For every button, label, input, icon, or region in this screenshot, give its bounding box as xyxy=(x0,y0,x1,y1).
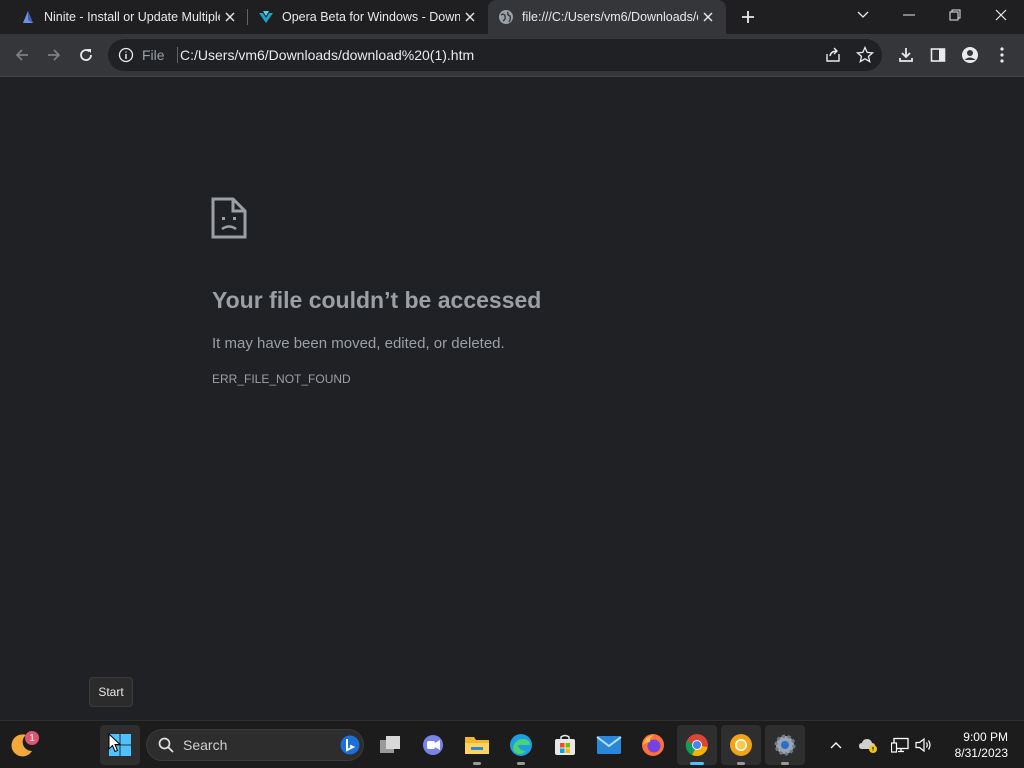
chevron-up-icon xyxy=(830,742,842,749)
search-label: Search xyxy=(183,737,228,753)
profile-icon xyxy=(962,47,978,63)
arrow-right-icon xyxy=(48,49,61,61)
back-button[interactable] xyxy=(9,42,35,68)
chrome-button[interactable] xyxy=(677,725,717,765)
running-indicator xyxy=(473,762,481,765)
sad-file-icon xyxy=(211,197,247,239)
folder-icon xyxy=(465,737,489,754)
mouse-cursor-icon xyxy=(108,733,122,753)
microsoft-store-button[interactable] xyxy=(545,725,585,765)
profile-button[interactable] xyxy=(957,42,983,68)
tab-opera-beta[interactable]: Opera Beta for Windows - Download xyxy=(248,0,488,34)
active-indicator xyxy=(690,762,704,765)
task-view-icon xyxy=(380,736,400,753)
star-icon[interactable] xyxy=(856,46,874,64)
minimize-icon xyxy=(903,14,915,16)
tab-strip: Ninite - Install or Update Multiple Apps… xyxy=(0,0,1024,34)
restore-button[interactable] xyxy=(932,0,978,30)
minimize-button[interactable] xyxy=(886,0,932,30)
tab-title: Ninite - Install or Update Multiple Apps xyxy=(44,10,220,24)
forward-button[interactable] xyxy=(41,42,67,68)
task-view-button[interactable] xyxy=(370,725,410,765)
error-page: Your file couldn’t be accessed It may ha… xyxy=(0,77,1024,719)
chrome-beta-button[interactable] xyxy=(721,725,761,765)
plus-icon xyxy=(742,11,754,23)
speaker-icon xyxy=(915,737,931,753)
teams-chat-button[interactable] xyxy=(413,725,453,765)
notification-badge: 1 xyxy=(25,731,39,745)
close-icon[interactable] xyxy=(460,7,480,27)
search-icon xyxy=(158,737,174,753)
reload-icon xyxy=(80,49,92,61)
taskbar-search[interactable]: Search xyxy=(146,729,364,761)
clock-time: 9:00 PM xyxy=(963,730,1008,744)
network-tray-button[interactable] xyxy=(890,735,910,755)
url-text[interactable]: C:/Users/vm6/Downloads/download%20(1).ht… xyxy=(180,47,474,63)
chevron-down-icon xyxy=(857,11,869,18)
restore-icon xyxy=(949,9,961,21)
clock-date: 8/31/2023 xyxy=(954,746,1008,760)
close-icon xyxy=(995,9,1007,21)
tab-search-button[interactable] xyxy=(840,0,886,30)
error-code: ERR_FILE_NOT_FOUND xyxy=(212,372,351,386)
scheme-label: File xyxy=(142,47,165,63)
bing-icon[interactable] xyxy=(340,735,360,755)
network-icon xyxy=(891,737,909,753)
running-indicator xyxy=(517,762,525,765)
close-icon[interactable] xyxy=(698,7,718,27)
omnibox-separator xyxy=(177,47,178,63)
download-icon xyxy=(899,48,913,62)
mail-icon xyxy=(596,736,622,754)
close-window-button[interactable] xyxy=(978,0,1024,30)
tab-title: file:///C:/Users/vm6/Downloads/download%… xyxy=(522,10,698,24)
address-bar[interactable]: File C:/Users/vm6/Downloads/download%20(… xyxy=(108,39,882,71)
settings-button[interactable] xyxy=(765,725,805,765)
edge-icon xyxy=(510,734,532,756)
start-tooltip: Start xyxy=(89,677,133,707)
edge-button[interactable] xyxy=(501,725,541,765)
opera-download-icon xyxy=(259,11,273,23)
taskbar: 1 Search 9:00 PM 8/31/2023 xyxy=(0,720,1024,768)
menu-button[interactable] xyxy=(989,42,1015,68)
volume-tray-button[interactable] xyxy=(914,735,934,755)
chrome-beta-icon xyxy=(730,734,752,756)
error-title: Your file couldn’t be accessed xyxy=(212,287,542,313)
more-vertical-icon xyxy=(1000,47,1004,63)
share-icon[interactable] xyxy=(824,46,842,64)
side-panel-icon xyxy=(930,48,946,62)
tab-title: Opera Beta for Windows - Download xyxy=(282,10,460,24)
firefox-icon xyxy=(642,734,664,756)
weather-widget[interactable]: 1 xyxy=(2,725,42,765)
show-hidden-icons-button[interactable] xyxy=(826,735,846,755)
running-indicator xyxy=(781,762,789,765)
info-icon[interactable] xyxy=(118,47,134,63)
chat-icon xyxy=(423,735,443,755)
downloads-button[interactable] xyxy=(893,42,919,68)
gear-icon xyxy=(774,734,796,756)
firefox-button[interactable] xyxy=(633,725,673,765)
mail-button[interactable] xyxy=(589,725,629,765)
side-panel-button[interactable] xyxy=(925,42,951,68)
store-icon xyxy=(555,734,575,755)
new-tab-button[interactable] xyxy=(736,5,760,29)
chrome-icon xyxy=(685,734,708,757)
arrow-left-icon xyxy=(15,49,28,61)
tab-ninite[interactable]: Ninite - Install or Update Multiple Apps xyxy=(0,0,248,34)
cloud-warning-icon xyxy=(859,739,877,753)
tab-file-active[interactable]: file:///C:/Users/vm6/Downloads/download%… xyxy=(488,0,726,34)
close-icon[interactable] xyxy=(220,7,240,27)
file-explorer-button[interactable] xyxy=(457,725,497,765)
ninite-icon xyxy=(23,11,33,23)
reload-button[interactable] xyxy=(73,42,99,68)
browser-toolbar: File C:/Users/vm6/Downloads/download%20(… xyxy=(0,34,1024,77)
globe-icon xyxy=(499,10,513,24)
onedrive-tray-button[interactable] xyxy=(858,735,878,755)
error-message: It may have been moved, edited, or delet… xyxy=(212,335,505,352)
system-clock[interactable]: 9:00 PM 8/31/2023 xyxy=(955,729,1008,761)
running-indicator xyxy=(737,762,745,765)
